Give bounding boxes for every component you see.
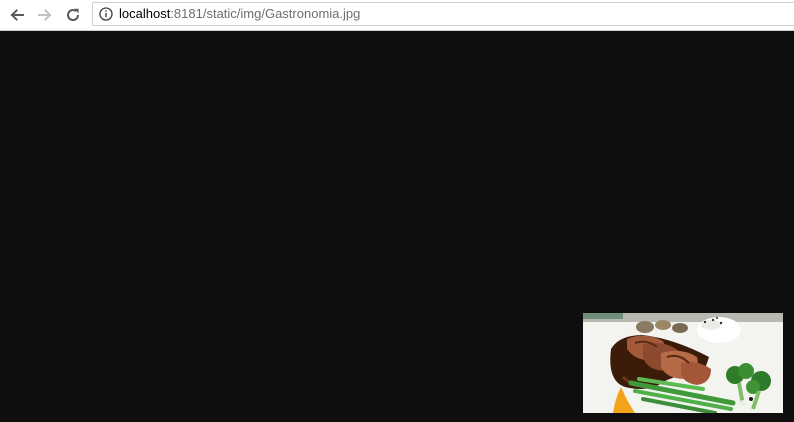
reload-icon (67, 8, 80, 21)
arrow-left-icon (10, 9, 24, 21)
info-circle-icon[interactable] (99, 7, 113, 21)
food-plate-image (583, 313, 783, 413)
forward-button[interactable] (33, 3, 57, 27)
browser-toolbar: localhost:8181/static/img/Gastronomia.jp… (0, 0, 794, 31)
address-bar[interactable]: localhost:8181/static/img/Gastronomia.jp… (92, 2, 794, 26)
arrow-right-icon (38, 9, 52, 21)
reload-button[interactable] (61, 3, 85, 27)
url-text[interactable]: localhost:8181/static/img/Gastronomia.jp… (119, 6, 360, 22)
url-path: :8181/static/img/Gastronomia.jpg (170, 6, 361, 21)
back-button[interactable] (5, 3, 29, 27)
gastronomia-image (583, 313, 783, 413)
url-host: localhost (119, 6, 171, 21)
